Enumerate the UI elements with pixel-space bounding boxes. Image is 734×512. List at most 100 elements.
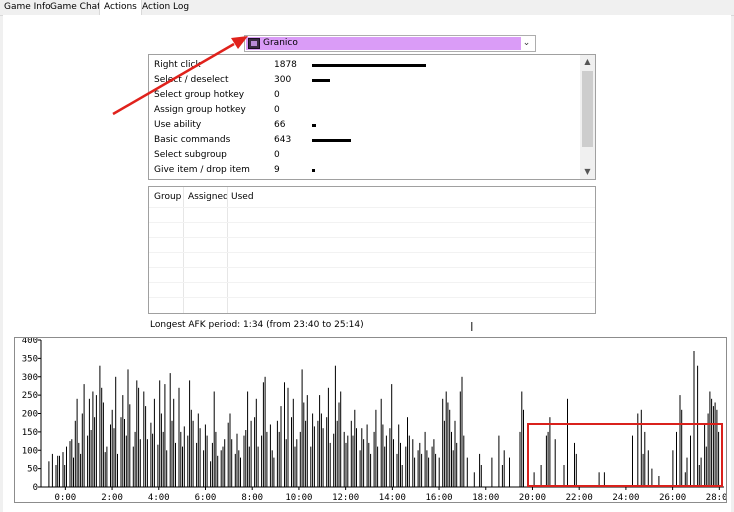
action-frequency-bar	[312, 124, 316, 127]
action-count: 0	[274, 105, 280, 115]
scroll-up-icon[interactable]: ▲	[580, 55, 595, 69]
apm-bar	[491, 457, 493, 487]
action-row[interactable]: Basic commands 643	[149, 133, 579, 148]
apm-bar	[153, 398, 155, 487]
apm-bar	[359, 450, 361, 488]
apm-bar	[408, 435, 410, 487]
apm-chart-svg: 0 50 100 150 200 250 300 350 400 0:00 2:00 4:00 6:00…	[22, 338, 726, 502]
apm-bar	[707, 413, 709, 487]
tab-actions[interactable]: Actions	[99, 0, 142, 16]
apm-bar	[138, 387, 140, 487]
action-list-scrollbar[interactable]: ▲ ▼	[580, 55, 595, 179]
action-row[interactable]: Right click 1878	[149, 58, 579, 73]
apm-bar	[90, 430, 92, 487]
apm-bar	[329, 442, 331, 487]
action-name: Select subgroup	[154, 150, 227, 160]
action-row[interactable]: Select subgroup 0	[149, 148, 579, 163]
apm-bar	[101, 387, 103, 487]
apm-bar	[393, 439, 394, 487]
apm-bar	[164, 384, 166, 487]
apm-bar	[447, 402, 449, 487]
apm-bar	[139, 439, 141, 487]
row-line	[149, 282, 595, 283]
hotkey-group-table[interactable]: Group Assigned Used	[148, 186, 596, 314]
apm-bar	[567, 398, 568, 487]
action-name: Give item / drop item	[154, 165, 250, 175]
apm-bar	[102, 402, 104, 487]
apm-bar	[398, 424, 400, 487]
action-count: 0	[274, 150, 280, 160]
scroll-thumb[interactable]	[582, 71, 593, 147]
apm-bar	[69, 441, 71, 487]
apm-bar	[549, 417, 551, 487]
apm-bar	[317, 420, 319, 487]
player-select-dropdown[interactable]: Granico ⌄	[244, 35, 536, 52]
apm-bar	[210, 461, 212, 487]
apm-bar	[684, 472, 686, 487]
apm-bar	[94, 417, 96, 487]
apm-bar	[159, 380, 161, 487]
y-tick-label: 300	[22, 373, 38, 383]
column-header-group[interactable]: Group	[154, 192, 181, 202]
apm-bar	[690, 435, 691, 487]
apm-bar	[234, 453, 236, 487]
text-cursor-icon: I	[470, 320, 474, 334]
apm-bar	[122, 395, 124, 487]
apm-bar	[451, 431, 452, 487]
apm-bar	[313, 426, 315, 487]
apm-bar	[338, 402, 340, 487]
apm-bar	[78, 442, 80, 487]
apm-bar	[134, 431, 136, 487]
action-row[interactable]: Select group hotkey 0	[149, 88, 579, 103]
apm-bar	[466, 457, 468, 487]
apm-bar	[389, 428, 391, 487]
apm-bar	[642, 453, 644, 487]
action-row[interactable]: Use ability 66	[149, 118, 579, 133]
action-row[interactable]: Assign group hotkey 0	[149, 103, 579, 118]
apm-bar	[182, 446, 183, 487]
action-name: Assign group hotkey	[154, 105, 246, 115]
apm-bar	[428, 457, 430, 487]
apm-bar	[547, 431, 549, 487]
apm-bar	[405, 446, 407, 487]
tab-game-chat[interactable]: Game Chat	[46, 0, 105, 14]
apm-bar	[74, 420, 76, 487]
apm-bar	[87, 435, 89, 487]
apm-bar	[714, 402, 716, 487]
apm-bar	[310, 446, 312, 487]
action-stats-list[interactable]: Right click 1878 Select / deselect 300 Selec…	[148, 54, 596, 180]
apm-bar	[651, 468, 653, 487]
apm-bar	[366, 424, 368, 487]
x-tick-label: 2:00	[101, 493, 123, 502]
apm-bar	[146, 439, 148, 487]
apm-bar	[301, 369, 303, 487]
chevron-down-icon[interactable]: ⌄	[520, 37, 533, 50]
apm-bar	[250, 420, 252, 487]
apm-bar	[80, 453, 82, 487]
scroll-down-icon[interactable]: ▼	[580, 165, 595, 179]
apm-bar	[113, 428, 115, 487]
apm-bar	[433, 439, 435, 487]
apm-bar	[306, 395, 308, 487]
apm-bar	[280, 406, 282, 487]
action-row[interactable]: Select / deselect 300	[149, 73, 579, 88]
action-frequency-bar	[312, 139, 351, 142]
column-header-assigned[interactable]: Assigned	[188, 192, 229, 202]
action-row[interactable]: Give item / drop item 9	[149, 163, 579, 178]
apm-bar	[264, 376, 266, 488]
tab-action-log[interactable]: Action Log	[138, 0, 193, 14]
column-header-used[interactable]: Used	[231, 192, 254, 202]
apm-bar	[104, 452, 106, 487]
apm-bar	[222, 446, 224, 487]
apm-bar	[603, 472, 605, 487]
apm-bar	[231, 439, 233, 487]
y-tick-label: 150	[22, 428, 38, 438]
apm-bar	[333, 433, 335, 487]
apm-bar	[273, 457, 275, 487]
apm-bar	[254, 417, 256, 487]
apm-bar	[407, 417, 408, 487]
apm-bar	[501, 465, 503, 487]
y-tick-label: 400	[22, 338, 38, 346]
apm-bar	[574, 442, 575, 487]
apm-bar	[238, 450, 240, 488]
